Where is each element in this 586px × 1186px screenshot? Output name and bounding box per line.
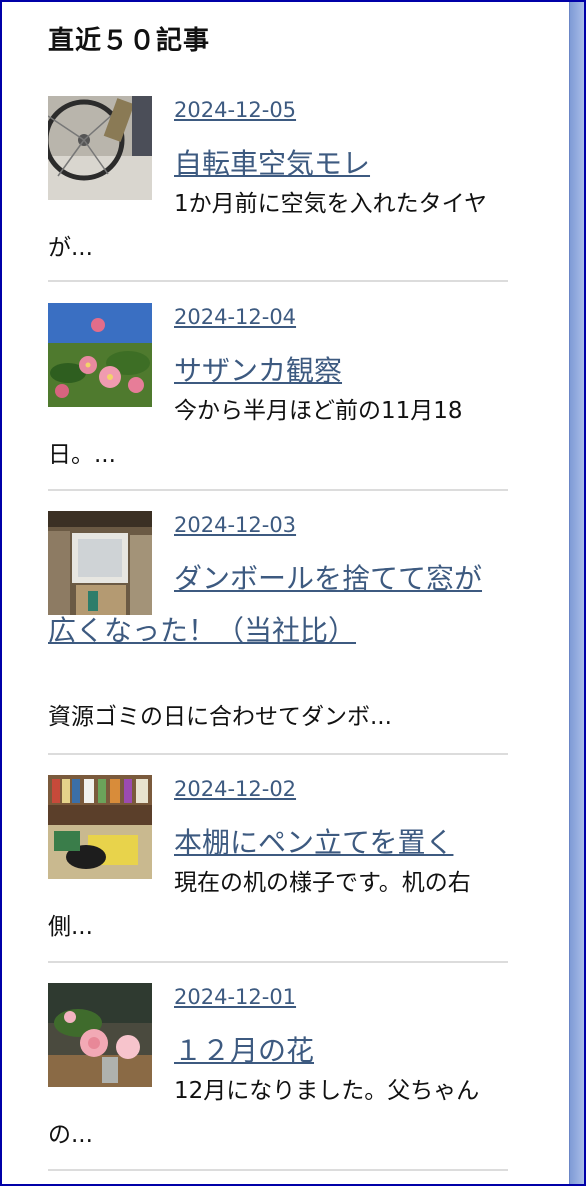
post-excerpt: 今から半月ほど前の11月18日。... bbox=[48, 398, 463, 468]
recent-posts-widget: 直近５０記事 2024-12-05 自転車空気モレ 1か月前に空気を入れたタイヤ… bbox=[0, 0, 586, 1186]
scrollbar[interactable] bbox=[569, 2, 584, 1184]
list-item: 2024-12-05 自転車空気モレ 1か月前に空気を入れたタイヤが... bbox=[48, 96, 508, 282]
post-excerpt: 現在の机の様子です。机の右側... bbox=[48, 870, 471, 940]
list-item: 2024-12-02 本棚にペン立てを置く 現在の机の様子です。机の右側... bbox=[48, 775, 508, 963]
post-date[interactable]: 2024-12-05 bbox=[174, 98, 296, 122]
list-item: 2024-12-01 １２月の花 12月になりました。父ちゃんの... bbox=[48, 983, 508, 1171]
list-item: 2024-12-03 ダンボールを捨てて窓が広くなった！（当社比） 資源ゴミの日… bbox=[48, 511, 508, 755]
post-date[interactable]: 2024-12-02 bbox=[174, 777, 296, 801]
post-date[interactable]: 2024-12-01 bbox=[174, 985, 296, 1009]
post-date[interactable]: 2024-12-03 bbox=[174, 513, 296, 537]
post-excerpt: 1か月前に空気を入れたタイヤが... bbox=[48, 191, 487, 261]
post-excerpt: 12月になりました。父ちゃんの... bbox=[48, 1078, 480, 1148]
list-item: 2024-12-04 サザンカ観察 今から半月ほど前の11月18日。... bbox=[48, 303, 508, 491]
post-excerpt: 資源ゴミの日に合わせてダンボ... bbox=[48, 704, 392, 730]
widget-heading: 直近５０記事 bbox=[48, 26, 211, 56]
post-title[interactable]: ダンボールを捨てて窓が広くなった！（当社比） bbox=[48, 553, 488, 657]
post-date[interactable]: 2024-12-04 bbox=[174, 305, 296, 329]
